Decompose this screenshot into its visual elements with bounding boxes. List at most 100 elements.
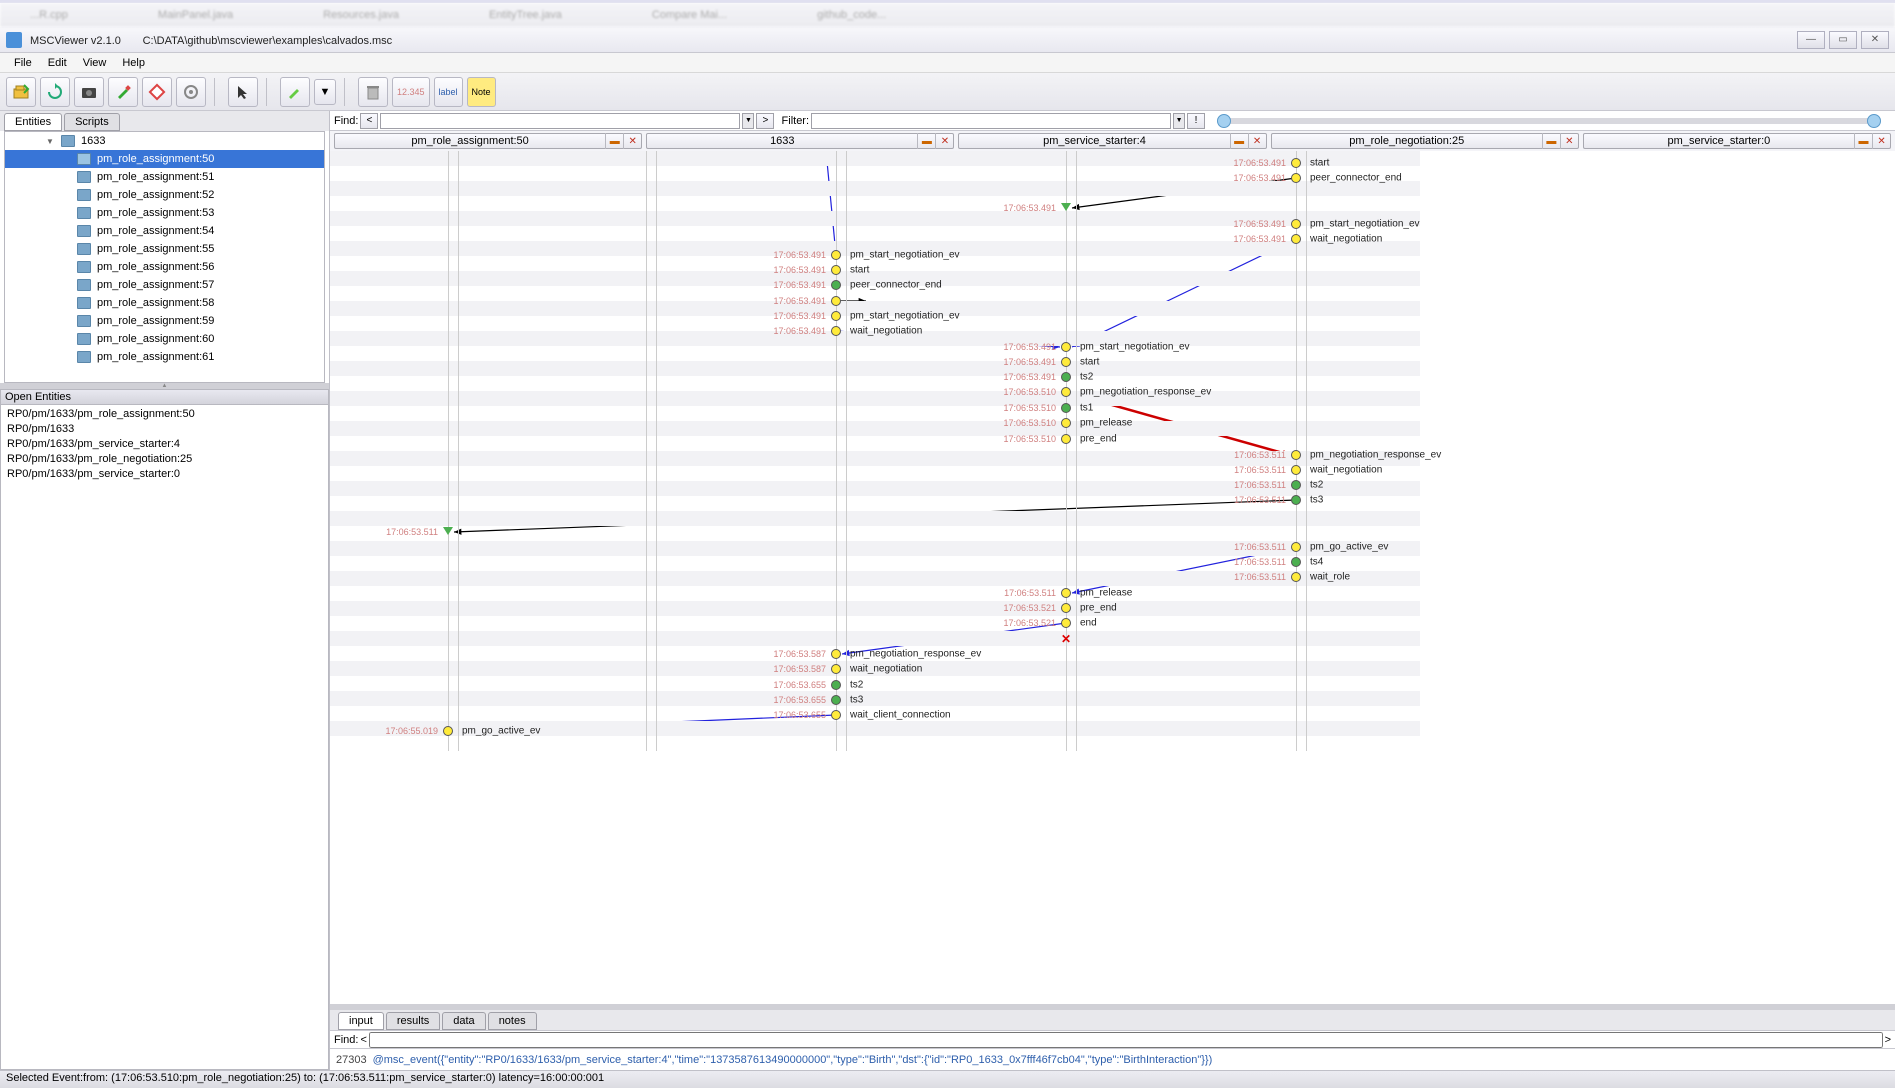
show-timestamps-button[interactable]: 12.345 (392, 77, 430, 107)
console-find-input[interactable] (369, 1032, 1883, 1048)
event-dot[interactable] (1291, 173, 1301, 183)
event-dot[interactable] (1061, 372, 1071, 382)
event-dot[interactable] (1291, 542, 1301, 552)
marker-button[interactable] (108, 77, 138, 107)
event-dot[interactable] (1061, 618, 1071, 628)
tab-scripts[interactable]: Scripts (64, 113, 120, 131)
event-dot[interactable] (1291, 572, 1301, 582)
tree-item[interactable]: pm_role_assignment:51 (5, 168, 324, 186)
slider-thumb-right[interactable] (1867, 114, 1881, 128)
tab-input[interactable]: input (338, 1012, 384, 1030)
event-dot[interactable] (831, 311, 841, 321)
show-notes-button[interactable]: Note (467, 77, 496, 107)
tab-data[interactable]: data (442, 1012, 485, 1030)
menu-help[interactable]: Help (114, 55, 153, 71)
entity-close-button[interactable]: ✕ (623, 133, 641, 149)
event-dot[interactable] (831, 265, 841, 275)
open-entities-list[interactable]: RP0/pm/1633/pm_role_assignment:50RP0/pm/… (0, 405, 329, 1070)
entity-header[interactable]: pm_role_assignment:50▬✕ (334, 133, 642, 149)
console-find-prev[interactable]: < (360, 1034, 366, 1046)
entity-minimize-button[interactable]: ▬ (917, 133, 935, 149)
event-dot[interactable] (1061, 357, 1071, 367)
event-dot[interactable] (831, 326, 841, 336)
pointer-tool[interactable] (228, 77, 258, 107)
event-dot[interactable] (1061, 588, 1071, 598)
event-marker[interactable] (443, 527, 453, 535)
show-labels-button[interactable]: label (434, 77, 463, 107)
entity-header[interactable]: pm_service_starter:4▬✕ (958, 133, 1266, 149)
open-entity-item[interactable]: RP0/pm/1633 (7, 422, 322, 437)
open-entity-item[interactable]: RP0/pm/1633/pm_service_starter:0 (7, 467, 322, 482)
entity-header[interactable]: pm_role_negotiation:25▬✕ (1271, 133, 1579, 149)
tab-results[interactable]: results (386, 1012, 440, 1030)
trash-button[interactable] (358, 77, 388, 107)
entity-minimize-button[interactable]: ▬ (1542, 133, 1560, 149)
event-dot[interactable] (1291, 495, 1301, 505)
tree-item[interactable]: pm_role_assignment:55 (5, 240, 324, 258)
event-dot[interactable] (831, 250, 841, 260)
camera-button[interactable] (74, 77, 104, 107)
tree-item[interactable]: pm_role_assignment:57 (5, 276, 324, 294)
event-dot[interactable] (831, 280, 841, 290)
entity-minimize-button[interactable]: ▬ (605, 133, 623, 149)
open-button[interactable] (6, 77, 36, 107)
event-dot[interactable] (1291, 234, 1301, 244)
event-dot[interactable] (1291, 219, 1301, 229)
tree-item[interactable]: pm_role_assignment:58 (5, 294, 324, 312)
clear-marker-button[interactable] (142, 77, 172, 107)
filter-apply-button[interactable]: ! (1187, 113, 1205, 129)
close-button[interactable]: ✕ (1861, 31, 1889, 49)
event-dot[interactable] (831, 664, 841, 674)
filter-dropdown[interactable]: ▼ (1173, 113, 1185, 129)
tab-entities[interactable]: Entities (4, 113, 62, 131)
event-dot[interactable] (1061, 434, 1071, 444)
event-marker[interactable] (1061, 203, 1071, 211)
entity-minimize-button[interactable]: ▬ (1854, 133, 1872, 149)
entity-close-button[interactable]: ✕ (1872, 133, 1890, 149)
slider-thumb-left[interactable] (1217, 114, 1231, 128)
filter-input[interactable] (811, 113, 1171, 129)
event-dot[interactable] (443, 726, 453, 736)
event-dot[interactable] (1291, 465, 1301, 475)
entity-close-button[interactable]: ✕ (935, 133, 953, 149)
event-dot[interactable] (1061, 603, 1071, 613)
find-prev-button[interactable]: < (360, 113, 378, 129)
event-dot[interactable] (1291, 158, 1301, 168)
tree-item[interactable]: pm_role_assignment:54 (5, 222, 324, 240)
tree-root[interactable]: ▼ 1633 (5, 132, 324, 150)
menu-view[interactable]: View (75, 55, 115, 71)
entity-minimize-button[interactable]: ▬ (1230, 133, 1248, 149)
event-dot[interactable] (1061, 342, 1071, 352)
tab-notes[interactable]: notes (488, 1012, 537, 1030)
event-dot[interactable] (1061, 387, 1071, 397)
event-dot[interactable] (831, 710, 841, 720)
diagram-canvas[interactable]: start17:06:53.491peer_connector_end17:06… (330, 151, 1895, 1004)
reload-button[interactable] (40, 77, 70, 107)
entity-close-button[interactable]: ✕ (1560, 133, 1578, 149)
event-dot[interactable] (1291, 480, 1301, 490)
settings-button[interactable] (176, 77, 206, 107)
find-dropdown[interactable]: ▼ (742, 113, 754, 129)
menu-file[interactable]: File (6, 55, 40, 71)
menu-edit[interactable]: Edit (40, 55, 75, 71)
event-dot[interactable] (1291, 557, 1301, 567)
tree-item[interactable]: pm_role_assignment:50 (5, 150, 324, 168)
range-slider[interactable] (1217, 118, 1881, 124)
open-entity-item[interactable]: RP0/pm/1633/pm_service_starter:4 (7, 437, 322, 452)
event-dot[interactable] (831, 296, 841, 306)
entity-close-button[interactable]: ✕ (1248, 133, 1266, 149)
open-entity-item[interactable]: RP0/pm/1633/pm_role_assignment:50 (7, 407, 322, 422)
event-dot[interactable] (831, 680, 841, 690)
terminate-icon[interactable]: ✕ (1061, 632, 1071, 646)
collapse-icon[interactable]: ▼ (45, 136, 55, 146)
tree-item[interactable]: pm_role_assignment:52 (5, 186, 324, 204)
tree-item[interactable]: pm_role_assignment:53 (5, 204, 324, 222)
event-dot[interactable] (1061, 418, 1071, 428)
event-dot[interactable] (1291, 450, 1301, 460)
console-output[interactable]: 27303 @msc_event({"entity":"RP0/1633/163… (330, 1048, 1895, 1070)
event-dot[interactable] (831, 695, 841, 705)
entity-header[interactable]: pm_service_starter:0▬✕ (1583, 133, 1891, 149)
maximize-button[interactable]: ▭ (1829, 31, 1857, 49)
highlighter-tool[interactable] (280, 77, 310, 107)
tree-item[interactable]: pm_role_assignment:60 (5, 330, 324, 348)
